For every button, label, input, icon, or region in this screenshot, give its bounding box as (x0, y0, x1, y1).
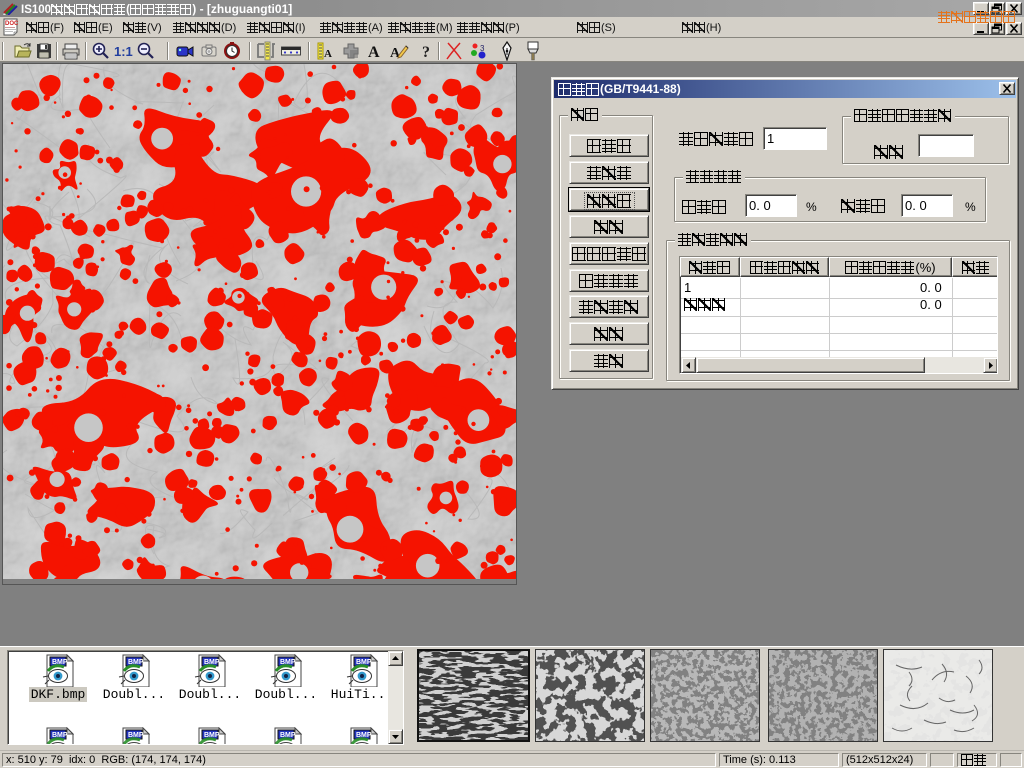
svg-text:A: A (390, 46, 401, 61)
svg-text:1:1: 1:1 (114, 44, 133, 59)
svg-text:?: ? (422, 44, 430, 61)
svg-text:DOC: DOC (5, 21, 19, 27)
svg-text:A: A (368, 44, 380, 61)
svg-text:3: 3 (480, 44, 485, 53)
svg-text:A: A (324, 48, 332, 60)
